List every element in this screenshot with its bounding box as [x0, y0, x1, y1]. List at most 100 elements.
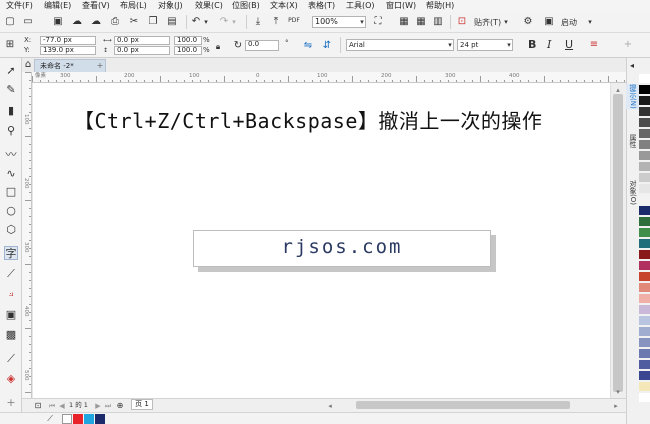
- rotation-angle-field[interactable]: 0.0: [245, 40, 279, 51]
- palette-swatch[interactable]: [639, 316, 650, 325]
- scroll-down-icon[interactable]: ▾: [612, 386, 624, 398]
- palette-swatch[interactable]: [639, 85, 650, 94]
- export-icon[interactable]: ⤒: [270, 16, 282, 28]
- menu-edit[interactable]: 编辑(E): [44, 0, 71, 12]
- show-rulers-icon[interactable]: ▦: [398, 16, 410, 28]
- expand-docker-icon[interactable]: ◂: [626, 60, 638, 72]
- scroll-left-icon[interactable]: ◂: [324, 400, 336, 412]
- ellipse-tool-icon[interactable]: ○: [4, 204, 18, 218]
- save-icon[interactable]: ▣: [52, 16, 64, 28]
- mirror-horizontal-icon[interactable]: ⇋: [302, 40, 314, 52]
- connector-tool-icon[interactable]: ⟓: [4, 286, 18, 300]
- palette-swatch[interactable]: [639, 327, 650, 336]
- cloud-upload-icon[interactable]: ☁: [90, 16, 102, 28]
- menu-text[interactable]: 文本(X): [270, 0, 298, 12]
- mirror-vertical-icon[interactable]: ⇵: [321, 40, 333, 52]
- palette-swatch[interactable]: [639, 206, 650, 215]
- palette-swatch[interactable]: [639, 261, 650, 270]
- palette-swatch[interactable]: [639, 250, 650, 259]
- transparency-icon[interactable]: ▩: [4, 328, 18, 342]
- palette-swatch[interactable]: [639, 382, 650, 391]
- pick-tool-icon[interactable]: ➚: [4, 64, 18, 78]
- eyedropper-small-icon[interactable]: ⟋: [44, 413, 56, 424]
- italic-button[interactable]: I: [547, 39, 551, 51]
- palette-swatch[interactable]: [639, 96, 650, 105]
- underline-button[interactable]: U: [565, 39, 573, 51]
- add-icon[interactable]: +: [622, 39, 634, 51]
- palette-swatch[interactable]: [639, 129, 650, 138]
- palette-swatch[interactable]: [639, 371, 650, 380]
- docker-tab-hints[interactable]: 提示(N): [626, 84, 639, 109]
- navy-swatch[interactable]: [95, 414, 105, 424]
- import-icon[interactable]: ⤓: [252, 16, 264, 28]
- cloud-download-icon[interactable]: ☁: [71, 16, 83, 28]
- menu-table[interactable]: 表格(T): [308, 0, 335, 12]
- vertical-scroll-thumb[interactable]: [613, 94, 623, 392]
- show-grid-icon[interactable]: ▦: [415, 16, 427, 28]
- text-tool-icon[interactable]: 字: [4, 246, 18, 260]
- page-settings-icon[interactable]: ⊡: [32, 400, 44, 412]
- lock-ratio-icon[interactable]: 🔒︎: [212, 41, 224, 53]
- horizontal-scroll-thumb[interactable]: [356, 401, 570, 409]
- palette-swatch[interactable]: [639, 107, 650, 116]
- palette-swatch[interactable]: [639, 393, 650, 402]
- docker-tab-objects[interactable]: 对象(O): [626, 180, 639, 205]
- copy-icon[interactable]: ❐: [147, 16, 159, 28]
- rectangle-tool-icon[interactable]: □: [4, 185, 18, 199]
- red-swatch[interactable]: [73, 414, 83, 424]
- drop-shadow-icon[interactable]: ▣: [4, 308, 18, 322]
- snap-to-dropdown[interactable]: 贴齐(T): [474, 18, 501, 27]
- menu-effects[interactable]: 效果(C): [195, 0, 223, 12]
- previous-page-icon[interactable]: ◀: [56, 400, 68, 412]
- menu-layout[interactable]: 布局(L): [120, 0, 147, 12]
- palette-swatch[interactable]: [639, 272, 650, 281]
- crop-tool-icon[interactable]: ▮: [4, 104, 18, 118]
- show-guidelines-icon[interactable]: ▥: [432, 16, 444, 28]
- shape-tool-icon[interactable]: ✎: [4, 83, 18, 97]
- docker-tab-properties[interactable]: 属性: [626, 134, 639, 148]
- scale-height-field[interactable]: 100.0: [174, 46, 202, 55]
- menu-tools[interactable]: 工具(O): [346, 0, 375, 12]
- palette-swatch[interactable]: [639, 228, 650, 237]
- cut-icon[interactable]: ✂: [128, 16, 140, 28]
- launch-dropdown[interactable]: 启动: [561, 18, 577, 27]
- interactive-fill-icon[interactable]: ◈: [4, 372, 18, 386]
- print-icon[interactable]: ⎙: [109, 16, 121, 28]
- last-page-icon[interactable]: ⏭: [102, 400, 114, 412]
- chevron-down-icon[interactable]: ▾: [228, 16, 240, 28]
- palette-swatch[interactable]: [639, 239, 650, 248]
- menu-bitmaps[interactable]: 位图(B): [232, 0, 260, 12]
- x-position-field[interactable]: -77.0 px: [40, 36, 96, 45]
- palette-swatch[interactable]: [639, 360, 650, 369]
- options-gear-icon[interactable]: ⚙: [522, 16, 534, 28]
- new-document-icon[interactable]: ▢: [4, 16, 16, 28]
- box-text[interactable]: rjsos.com: [193, 230, 491, 267]
- add-tool-icon[interactable]: +: [4, 396, 18, 410]
- font-family-select[interactable]: Arial: [346, 39, 454, 51]
- no-color-swatch[interactable]: [62, 414, 72, 424]
- palette-swatch[interactable]: [639, 151, 650, 160]
- height-field[interactable]: 0.0 px: [114, 46, 170, 55]
- palette-swatch[interactable]: [639, 184, 650, 193]
- chevron-down-icon[interactable]: ▾: [200, 16, 212, 28]
- menu-object[interactable]: 对象(J): [158, 0, 183, 12]
- scroll-up-icon[interactable]: ▴: [612, 84, 624, 96]
- add-page-icon[interactable]: ⊕: [114, 400, 126, 412]
- object-origin-icon[interactable]: ⊞: [4, 39, 16, 51]
- eyedropper-icon[interactable]: ⟋: [4, 352, 18, 366]
- palette-swatch[interactable]: [639, 140, 650, 149]
- y-position-field[interactable]: 139.0 px: [40, 46, 96, 55]
- cyan-swatch[interactable]: [84, 414, 94, 424]
- width-field[interactable]: 0.0 px: [114, 36, 170, 45]
- palette-swatch[interactable]: [639, 338, 650, 347]
- zoom-tool-icon[interactable]: ⚲: [4, 124, 18, 138]
- palette-swatch[interactable]: [639, 118, 650, 127]
- scale-width-field[interactable]: 100.0: [174, 36, 202, 45]
- menu-help[interactable]: 帮助(H): [426, 0, 454, 12]
- palette-swatch[interactable]: [639, 349, 650, 358]
- vertical-ruler[interactable]: 100 200 300 400 500: [22, 72, 32, 398]
- palette-swatch[interactable]: [639, 195, 650, 204]
- home-icon[interactable]: ⌂: [22, 59, 34, 71]
- snap-icon[interactable]: ⊡: [456, 16, 468, 28]
- launch-icon[interactable]: ▣: [543, 16, 555, 28]
